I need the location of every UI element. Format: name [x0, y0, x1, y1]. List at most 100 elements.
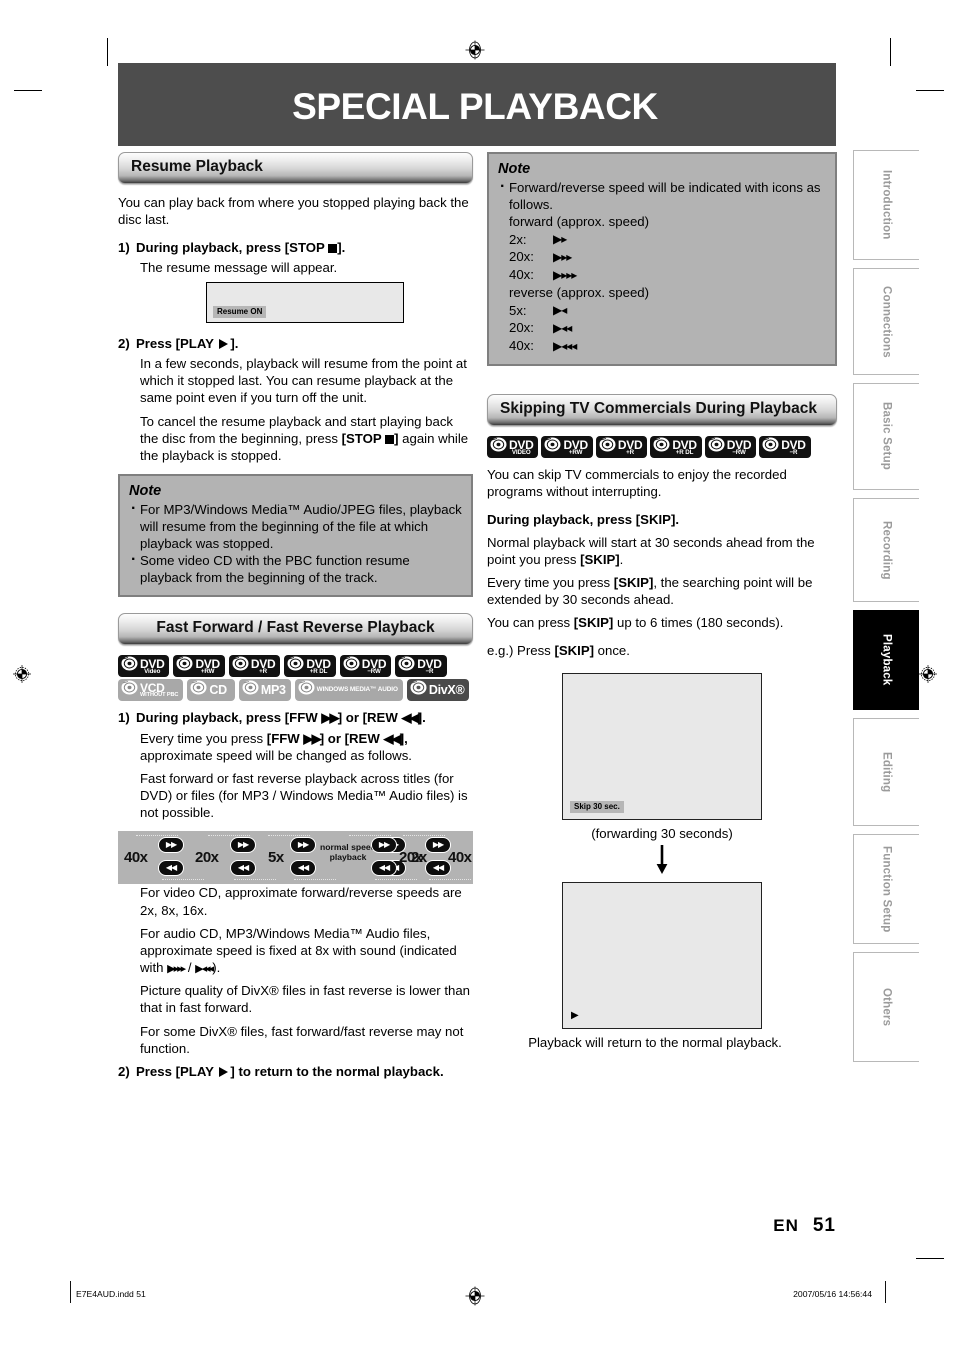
rew-button-icon: ◀◀: [158, 860, 184, 877]
crop-mark-top-right-v: [890, 38, 891, 66]
step-title: Press [PLAY ] to return to the normal pl…: [136, 1063, 444, 1079]
tab-editing[interactable]: Editing: [853, 718, 919, 826]
skip-disc-badge-list: DVD VIDEO DVD +RW DVD +R DVD +R DL DVD −…: [487, 436, 837, 459]
speed-label-normal-playback: normal speed playback: [320, 842, 376, 862]
disc-badge-windows-media-audio: WINDOWS MEDIA™ AUDIO: [294, 679, 403, 702]
disc-icon: [121, 656, 138, 676]
tab-connections[interactable]: Connections: [853, 268, 919, 375]
section-heading-resume-playback: Resume Playback: [118, 152, 473, 185]
speed-connector-line-bottom: [162, 879, 204, 881]
ffw-step-1: 1) During playback, press [FFW ▶▶] or [R…: [118, 709, 473, 726]
speed-icon-note-box: Note Forward/reverse speed will be indic…: [487, 152, 837, 367]
left-column: Resume Playback You can play back from w…: [118, 152, 473, 1083]
badge-text: DivX®: [428, 683, 465, 698]
note-item: Some video CD with the PBC function resu…: [129, 550, 462, 586]
skip-body-3: You can press [SKIP] up to 6 times (180 …: [487, 615, 784, 631]
fast-forward-icon: ▶▶: [303, 730, 321, 746]
registration-target-top: [465, 40, 485, 60]
disc-icon: [287, 656, 304, 676]
speed-connector-line-top: [268, 835, 310, 837]
speed-row-reverse-20x: 20x: ▶◂◂: [509, 320, 572, 336]
skip-intro-text: You can skip TV commercials to enjoy the…: [487, 467, 787, 500]
badge-text: VCD WITHOUT PBC: [140, 681, 179, 699]
badge-text: DVD +RW: [563, 437, 588, 456]
tab-introduction[interactable]: Introduction: [853, 150, 919, 260]
disc-icon: [242, 680, 259, 700]
crop-mark-right-h: [916, 90, 944, 91]
tab-basic-setup[interactable]: Basic Setup: [853, 383, 919, 490]
tv-screen-forwarding: Skip 30 sec.: [562, 672, 762, 820]
resume-note-box: Note For MP3/Windows Media™ Audio/JPEG f…: [118, 474, 473, 598]
rew-button-icon: ◀◀: [425, 860, 451, 877]
right-column: Note Forward/reverse speed will be indic…: [487, 152, 837, 1050]
note-item: Forward/reverse speed will be indicated …: [498, 177, 826, 213]
note-title: Note: [498, 161, 531, 177]
page-number: 51: [812, 1215, 836, 1236]
tab-others[interactable]: Others: [853, 952, 919, 1062]
forward-speed-icon: ▶▸▸▸: [553, 268, 577, 283]
disc-badge-dvd-plus-r-dl: DVD +R DL: [650, 436, 702, 459]
speed-connector-line-bottom: [429, 879, 471, 881]
disc-badge-dvd-plus-r-dl: DVD +R DL: [284, 655, 336, 678]
disc-badge-divx: DivX®: [406, 679, 470, 702]
resume-step-2: 2) Press [PLAY ].: [118, 335, 473, 352]
page-title: SPECIAL PLAYBACK: [292, 86, 658, 127]
disc-icon: [410, 680, 427, 700]
speed-connector-line-top: [208, 835, 250, 837]
tab-label: Editing: [880, 751, 893, 793]
page-footer-number: EN 51: [773, 1215, 836, 1237]
play-icon: ▶: [571, 1009, 579, 1021]
forward-speed-icon: ▶▸▸▸: [167, 963, 186, 975]
skip-body-2: Every time you press [SKIP], the searchi…: [487, 575, 813, 608]
speed-button-pair-2: ▶▶ ◀◀: [230, 837, 256, 878]
disc-badge-mp3: MP3: [238, 679, 291, 702]
skip-30-sec-osd-label: Skip 30 sec.: [570, 800, 624, 813]
resume-on-osd-label: Resume ON: [213, 305, 267, 318]
resume-step-1: 1) During playback, press [STOP ].: [118, 239, 473, 256]
flow-arrow-down-icon: [487, 844, 837, 880]
badge-text: DVD +R: [250, 656, 276, 675]
tab-label: Recording: [880, 520, 893, 580]
step-number: 2): [118, 1063, 130, 1079]
disc-icon: [398, 656, 415, 676]
reverse-speed-group-label: reverse (approx. speed): [509, 285, 650, 301]
speed-label-forward-40x: 40x: [448, 849, 472, 867]
footer-filename: E7E4AUD.indd 51: [76, 1289, 146, 1299]
resume-step-1-body: The resume message will appear.: [140, 259, 338, 275]
disc-icon: [298, 680, 315, 700]
section-heading-label: Fast Forward / Fast Reverse Playback: [156, 619, 435, 637]
disc-badge-dvd-plus-r: DVD +R: [228, 655, 281, 678]
ffw-step-1-body-2: Fast forward or fast reverse playback ac…: [140, 770, 468, 821]
step-title: Press [PLAY ].: [136, 335, 239, 351]
speed-row-reverse-40x: 40x: ▶◂◂◂: [509, 338, 577, 354]
resume-message-screen: Resume ON: [206, 281, 404, 323]
speed-button-pair-6: ▶▶ ◀◀: [425, 837, 451, 878]
step-number: 2): [118, 335, 130, 351]
disc-badge-vcd: VCD WITHOUT PBC: [118, 679, 184, 702]
badge-text: DVD Video: [140, 656, 165, 675]
speed-row-forward-2x: 2x: ▶▸: [509, 231, 567, 247]
resume-step-2-body-1: In a few seconds, playback will resume f…: [140, 356, 467, 406]
disc-badge-dvd-minus-rw: DVD −RW: [339, 655, 392, 678]
speed-connector-line-top: [136, 835, 178, 837]
registration-target-right: [918, 664, 938, 684]
tab-function-setup[interactable]: Function Setup: [853, 834, 919, 944]
disc-icon: [599, 437, 616, 457]
stop-icon: [385, 434, 395, 444]
ffw-button-icon: ▶▶: [290, 837, 316, 854]
tab-playback[interactable]: Playback: [853, 610, 919, 710]
disc-badge-cd: CD: [187, 679, 235, 702]
disc-icon: [343, 656, 360, 676]
tab-label: Introduction: [880, 170, 893, 240]
step-title: During playback, press [FFW ▶▶] or [REW …: [136, 710, 426, 726]
section-heading-skipping-tv-commercials: Skipping TV Commercials During Playback: [487, 394, 837, 427]
tab-recording[interactable]: Recording: [853, 498, 919, 602]
tv-screen-normal-playback-caption: Playback will return to the normal playb…: [528, 1034, 782, 1050]
badge-text: DVD +R DL: [672, 437, 697, 456]
speed-connector-line-top: [349, 835, 391, 837]
page-title-band: SPECIAL PLAYBACK: [118, 63, 836, 146]
ffw-note-1: For video CD, approximate forward/revers…: [140, 885, 462, 918]
disc-icon: [653, 437, 670, 457]
skip-body-1: Normal playback will start at 30 seconds…: [487, 534, 815, 567]
rew-button-icon: ◀◀: [371, 860, 397, 877]
